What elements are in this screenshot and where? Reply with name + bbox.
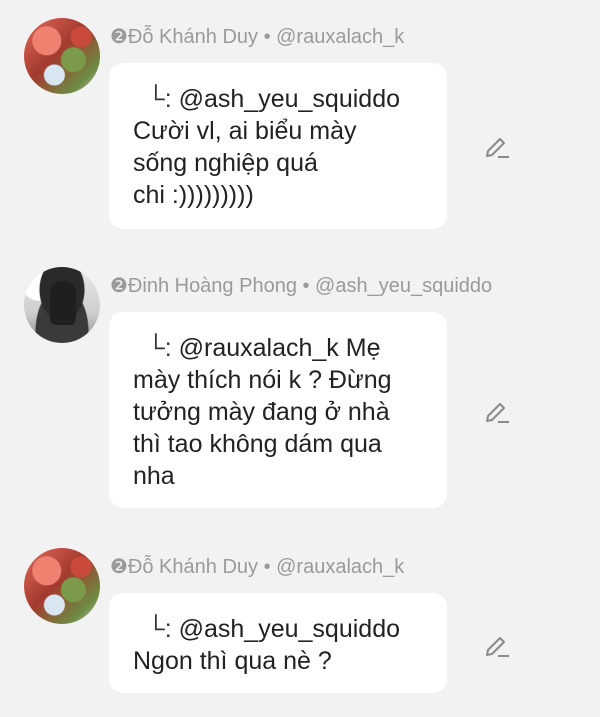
message-line: └: @rauxalach_k Mẹ xyxy=(133,332,425,364)
mention-text: @ash_yeu_squiddo xyxy=(178,615,400,643)
mention-text: @rauxalach_k Mẹ xyxy=(178,334,381,362)
message-line: mày thích nói k ? Đừng xyxy=(133,366,392,394)
message-line: sống nghiệp quá xyxy=(133,149,318,177)
reply-marker: └: xyxy=(147,334,172,362)
mention-text: @ash_yeu_squiddo xyxy=(178,85,400,113)
pencil-edit-icon[interactable] xyxy=(484,631,510,657)
author-line[interactable]: ❷Đinh Hoàng Phong • @ash_yeu_squiddo xyxy=(110,273,492,298)
avatar[interactable] xyxy=(24,18,100,94)
author-line[interactable]: ❷Đỗ Khánh Duy • @rauxalach_k xyxy=(110,554,404,579)
avatar[interactable] xyxy=(24,548,100,624)
message-line: tưởng mày đang ở nhà xyxy=(133,398,390,426)
message-bubble: └: @ash_yeu_squiddo Ngon thì qua nè ? xyxy=(109,593,447,693)
message-bubble: └: @ash_yeu_squiddo Cười vl, ai biểu mày… xyxy=(109,63,447,229)
message-bubble: └: @rauxalach_k Mẹ mày thích nói k ? Đừn… xyxy=(109,312,447,508)
reply-marker: └: xyxy=(147,615,172,643)
message-line: nha xyxy=(133,462,175,490)
message-line: thì tao không dám qua xyxy=(133,430,382,458)
pencil-edit-icon[interactable] xyxy=(484,397,510,423)
reply-marker: └: xyxy=(147,85,172,113)
pencil-edit-icon[interactable] xyxy=(484,132,510,158)
avatar[interactable] xyxy=(24,267,100,343)
message-line: Ngon thì qua nè ? xyxy=(133,647,332,675)
author-line[interactable]: ❷Đỗ Khánh Duy • @rauxalach_k xyxy=(110,24,404,49)
message-line: └: @ash_yeu_squiddo xyxy=(133,83,425,115)
message-line: └: @ash_yeu_squiddo xyxy=(133,613,425,645)
message-line: Cười vl, ai biểu mày xyxy=(133,117,357,145)
message-line: chi :))))))))) xyxy=(133,181,254,209)
